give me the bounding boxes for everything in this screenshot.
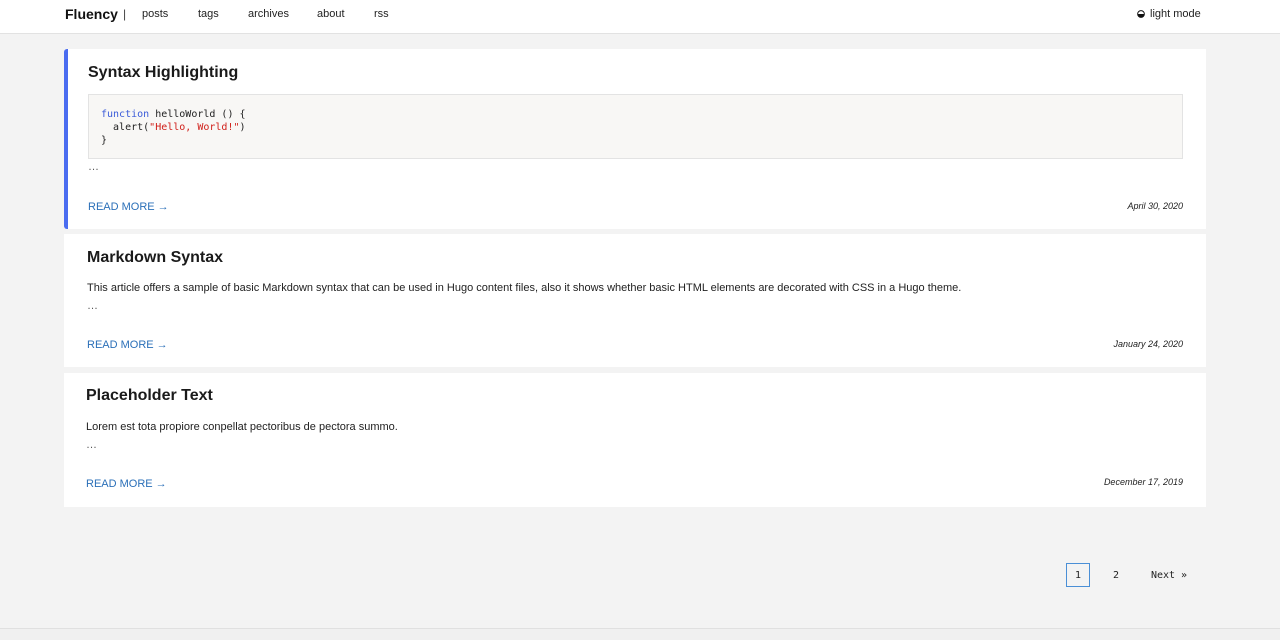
page-2-button[interactable]: 2 bbox=[1104, 563, 1128, 587]
post-title[interactable]: Placeholder Text bbox=[86, 387, 213, 405]
nav-link-tags[interactable]: tags bbox=[198, 8, 219, 20]
post-date: January 24, 2020 bbox=[1113, 339, 1183, 349]
half-circle-icon bbox=[1137, 10, 1145, 18]
read-more-link[interactable]: READ MORE → bbox=[88, 201, 169, 213]
post-date: December 17, 2019 bbox=[1103, 477, 1183, 487]
next-page-button[interactable]: Next » bbox=[1146, 563, 1192, 587]
read-more-link[interactable]: READ MORE → bbox=[86, 478, 167, 490]
post-ellipsis: … bbox=[88, 161, 99, 173]
code-text: ) bbox=[239, 122, 246, 133]
code-keyword: function bbox=[101, 109, 150, 120]
theme-mode-label: light mode bbox=[1150, 8, 1201, 20]
theme-mode-toggle[interactable]: light mode bbox=[1137, 8, 1201, 20]
nav-link-posts[interactable]: posts bbox=[142, 8, 168, 20]
post-date: April 30, 2020 bbox=[1127, 201, 1183, 211]
post-card: Markdown Syntax This article offers a sa… bbox=[64, 234, 1206, 367]
page-1-button[interactable]: 1 bbox=[1066, 563, 1090, 587]
post-ellipsis: … bbox=[87, 300, 98, 312]
top-navigation-bar: Fluency | posts tags archives about rss … bbox=[0, 0, 1280, 34]
code-string: "Hello, World!" bbox=[149, 122, 240, 133]
brand-logo-link[interactable]: Fluency bbox=[65, 6, 118, 22]
code-text: helloWorld () { bbox=[149, 109, 246, 120]
nav-link-about[interactable]: about bbox=[317, 8, 345, 20]
code-text: } bbox=[101, 135, 108, 146]
post-card: Syntax Highlighting function helloWorld … bbox=[64, 49, 1206, 229]
code-text: alert( bbox=[101, 122, 150, 133]
post-ellipsis: … bbox=[86, 439, 97, 451]
footer bbox=[0, 629, 1280, 640]
read-more-link[interactable]: READ MORE → bbox=[87, 339, 168, 351]
post-summary: This article offers a sample of basic Ma… bbox=[87, 282, 962, 294]
post-title[interactable]: Syntax Highlighting bbox=[88, 64, 238, 82]
post-summary: Lorem est tota propiore conpellat pector… bbox=[86, 421, 398, 433]
nav-link-archives[interactable]: archives bbox=[248, 8, 289, 20]
post-title[interactable]: Markdown Syntax bbox=[87, 249, 223, 267]
post-card: Placeholder Text Lorem est tota propiore… bbox=[64, 373, 1206, 507]
nav-link-rss[interactable]: rss bbox=[374, 8, 389, 20]
code-block: function helloWorld () { alert("Hello, W… bbox=[88, 94, 1183, 159]
brand-separator: | bbox=[123, 7, 127, 21]
